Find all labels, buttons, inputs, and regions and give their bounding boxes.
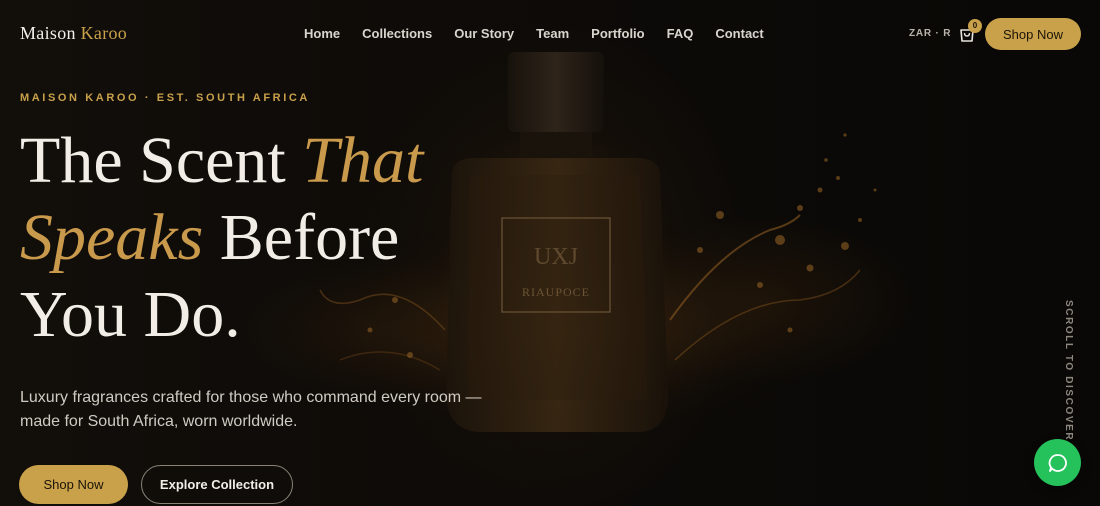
nav-link-team[interactable]: Team [536,26,569,41]
nav-link-our-story[interactable]: Our Story [454,26,514,41]
chat-bubble-icon [1048,453,1067,472]
cart-count-badge: 0 [968,19,982,33]
bottle-monogram: UXJ [534,244,578,270]
chat-button[interactable] [1034,439,1081,486]
nav-links: Home Collections Our Story Team Portfoli… [304,26,786,41]
hero-shop-now-button[interactable]: Shop Now [19,465,128,504]
headline-line2-a: Speaks [20,201,204,274]
nav-link-portfolio[interactable]: Portfolio [591,26,644,41]
nav-link-home[interactable]: Home [304,26,340,41]
hero-subtext: Luxury fragrances crafted for those who … [20,389,482,430]
currency-selector[interactable]: ZAR · R [909,28,951,39]
nav-link-collections[interactable]: Collections [362,26,432,41]
headline-line3: You Do. [20,278,241,351]
scroll-hint-label: SCROLL TO DISCOVER [1063,300,1074,442]
brand-name-accent: Karoo [80,23,128,43]
nav-link-contact[interactable]: Contact [715,26,763,41]
nav-shop-now-button[interactable]: Shop Now [985,18,1081,50]
headline-line1-b: That [302,124,424,197]
hero-eyebrow: MAISON KAROO · EST. SOUTH AFRICA [20,92,310,104]
hero-headline: The Scent That Speaks Before You Do. [20,122,540,353]
nav-link-faq[interactable]: FAQ [667,26,694,41]
hero-section: UXJ RIAUPOCE Maison Karoo Home Collectio… [0,0,1100,506]
headline-line2-b: Before [203,201,400,274]
headline-line1-a: The Scent [20,124,303,197]
explore-collection-button[interactable]: Explore Collection [141,465,293,504]
top-navigation: Maison Karoo Home Collections Our Story … [0,0,1100,68]
scroll-to-discover: SCROLL TO DISCOVER [1062,300,1074,441]
brand-logo[interactable]: Maison Karoo [20,23,127,44]
brand-name-main: Maison [20,23,76,43]
